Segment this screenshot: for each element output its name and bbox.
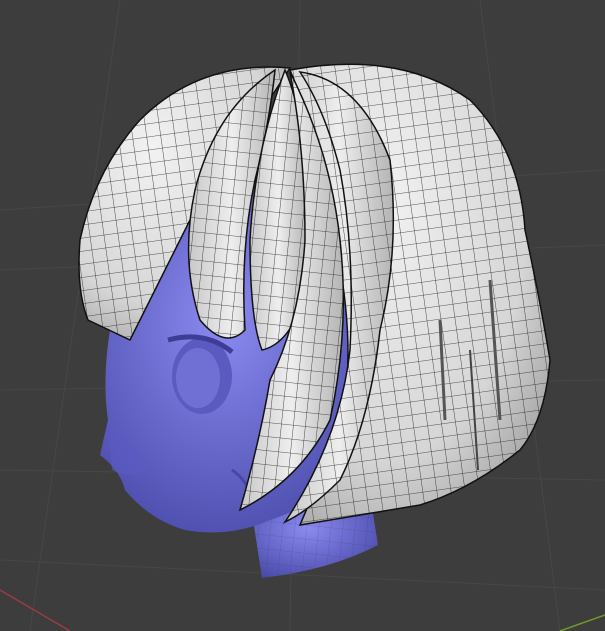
3d-viewport[interactable] xyxy=(0,0,605,631)
y-axis-line xyxy=(559,614,605,631)
